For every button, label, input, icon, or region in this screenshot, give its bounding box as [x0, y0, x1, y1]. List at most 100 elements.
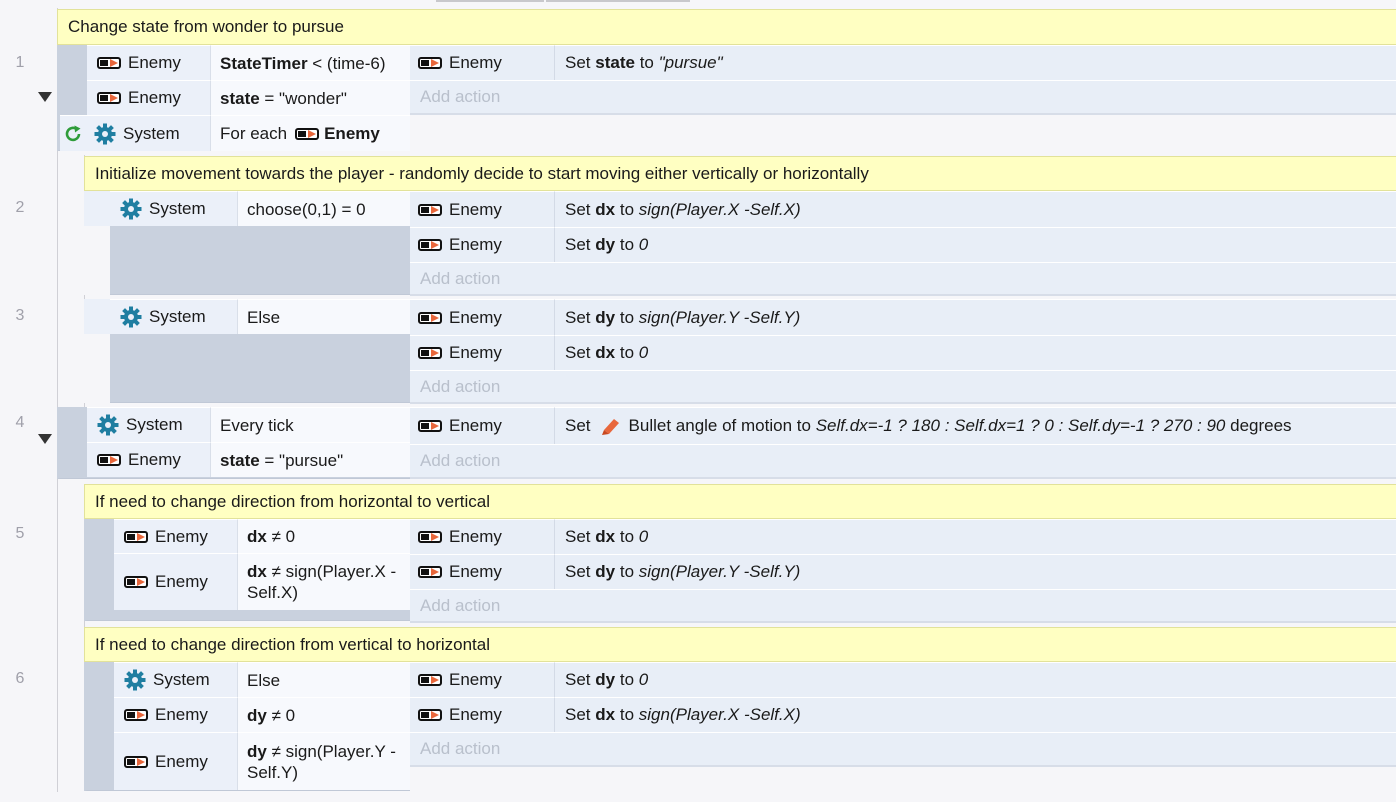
set-word: Set — [565, 416, 591, 435]
condition-text[interactable]: state = "wonder" — [210, 80, 410, 115]
enemy-sprite-icon — [97, 56, 121, 70]
event-comment[interactable]: Initialize movement towards the player -… — [84, 156, 1396, 191]
value-expression: 0 — [638, 527, 649, 546]
condition-object[interactable]: Enemy — [87, 80, 210, 115]
action-object[interactable]: Enemy — [410, 407, 554, 444]
object-name: Enemy — [155, 751, 208, 771]
action-object[interactable]: Enemy — [410, 662, 554, 697]
add-action-button[interactable]: Add action — [410, 370, 1396, 402]
event-number: 3 — [15, 307, 25, 324]
condition-object[interactable]: System — [87, 407, 210, 442]
gear-icon — [94, 123, 116, 145]
value-expression: 0 — [638, 670, 649, 689]
value-expression: 0 — [638, 235, 649, 254]
action-text[interactable]: Set dx to sign(Player.X -Self.X) — [554, 191, 1396, 227]
action-object[interactable]: Enemy — [410, 554, 554, 589]
to-word: to — [619, 527, 635, 546]
enemy-sprite-icon — [97, 453, 121, 467]
variable-name: dy — [595, 562, 616, 581]
condition-object[interactable]: Enemy — [114, 697, 237, 732]
enemy-sprite-icon — [418, 346, 442, 360]
action-object[interactable]: Enemy — [410, 45, 554, 80]
variable-name: dy — [595, 670, 616, 689]
condition-object[interactable]: System — [60, 115, 210, 151]
action-text[interactable]: Set dx to sign(Player.X -Self.X) — [554, 697, 1396, 732]
variable-name: dy — [595, 307, 616, 327]
condition-text[interactable]: state = "pursue" — [210, 442, 410, 477]
variable-name: dx — [595, 199, 616, 219]
condition-text[interactable]: dy ≠ sign(Player.Y -Self.Y) — [237, 732, 410, 790]
action-text[interactable]: Set dy to 0 — [554, 662, 1396, 697]
event-number: 1 — [15, 54, 25, 71]
collapse-arrow-icon[interactable] — [38, 92, 52, 102]
object-name: System — [149, 199, 206, 218]
action-object[interactable]: Enemy — [410, 191, 554, 227]
tab-strip-segment — [546, 0, 690, 2]
condition-text[interactable]: dy ≠ 0 — [237, 697, 410, 732]
to-word: to — [619, 705, 635, 724]
action-text[interactable]: Set dx to 0 — [554, 519, 1396, 554]
value-expression: sign(Player.X -Self.X) — [638, 705, 801, 724]
condition-expression: ≠ 0 — [266, 527, 296, 546]
top-strip — [0, 0, 1396, 6]
condition-expression: ≠ sign(Player.X -Self.X) — [247, 562, 397, 602]
set-word: Set — [565, 670, 591, 689]
enemy-sprite-icon — [124, 708, 148, 722]
action-object[interactable]: Enemy — [410, 519, 554, 554]
enemy-sprite-icon — [418, 708, 442, 722]
condition-text[interactable]: Every tick — [210, 407, 410, 442]
condition-text[interactable]: choose(0,1) = 0 — [237, 191, 410, 226]
condition-object[interactable]: Enemy — [114, 519, 237, 553]
object-name: Enemy — [449, 53, 502, 72]
action-text[interactable]: Set Bullet angle of motion to Self.dx=-1… — [554, 407, 1396, 444]
condition-object[interactable]: System — [110, 191, 237, 226]
variable-name: dx — [595, 343, 616, 362]
object-name: Enemy — [155, 705, 208, 724]
add-action-button[interactable]: Add action — [410, 80, 1396, 113]
condition-text[interactable]: dx ≠ 0 — [237, 519, 410, 553]
condition-object[interactable]: Enemy — [114, 732, 237, 790]
bullet-behavior-icon — [601, 416, 621, 436]
action-object[interactable]: Enemy — [410, 299, 554, 335]
enemy-sprite-icon — [295, 127, 320, 141]
enemy-sprite-icon — [418, 530, 442, 544]
add-action-button[interactable]: Add action — [410, 444, 1396, 477]
action-text[interactable]: Set dx to 0 — [554, 335, 1396, 370]
condition-text[interactable]: For each Enemy — [210, 115, 410, 151]
value-expression: 0 — [638, 343, 649, 362]
add-action-button[interactable]: Add action — [410, 589, 1396, 621]
condition-object[interactable]: System — [110, 299, 237, 334]
variable-name: state — [220, 88, 260, 108]
indent-spacer — [84, 226, 110, 295]
event-comment[interactable]: Change state from wonder to pursue — [57, 9, 1396, 45]
event-comment[interactable]: If need to change direction from horizon… — [84, 484, 1396, 519]
condition-text[interactable]: Else — [237, 299, 410, 334]
add-action-button[interactable]: Add action — [410, 262, 1396, 294]
condition-text[interactable]: Else — [237, 662, 410, 697]
condition-object[interactable]: Enemy — [87, 442, 210, 477]
condition-text[interactable]: dx ≠ sign(Player.X -Self.X) — [237, 553, 410, 610]
action-object[interactable]: Enemy — [410, 335, 554, 370]
action-text[interactable]: Set dy to sign(Player.Y -Self.Y) — [554, 299, 1396, 335]
event-number: 4 — [15, 414, 25, 431]
enemy-sprite-icon — [124, 755, 148, 769]
condition-object[interactable]: Enemy — [114, 553, 237, 610]
action-object[interactable]: Enemy — [410, 697, 554, 732]
event-comment[interactable]: If need to change direction from vertica… — [84, 627, 1396, 662]
object-name: Enemy — [449, 527, 502, 546]
condition-object[interactable]: System — [114, 662, 237, 697]
action-text[interactable]: Set state to "pursue" — [554, 45, 1396, 80]
gear-icon — [124, 669, 146, 691]
collapse-arrow-icon[interactable] — [38, 434, 52, 444]
object-name: Enemy — [449, 562, 502, 581]
variable-name: dy — [595, 235, 616, 254]
action-text[interactable]: Set dy to 0 — [554, 227, 1396, 262]
condition-object[interactable]: Enemy — [87, 45, 210, 80]
condition-expression: ≠ sign(Player.Y -Self.Y) — [247, 741, 396, 782]
add-action-button[interactable]: Add action — [410, 732, 1396, 765]
action-block-edge — [410, 113, 1396, 115]
enemy-sprite-icon — [418, 56, 442, 70]
condition-text[interactable]: StateTimer < (time-6) — [210, 45, 410, 80]
action-object[interactable]: Enemy — [410, 227, 554, 262]
action-text[interactable]: Set dy to sign(Player.Y -Self.Y) — [554, 554, 1396, 589]
